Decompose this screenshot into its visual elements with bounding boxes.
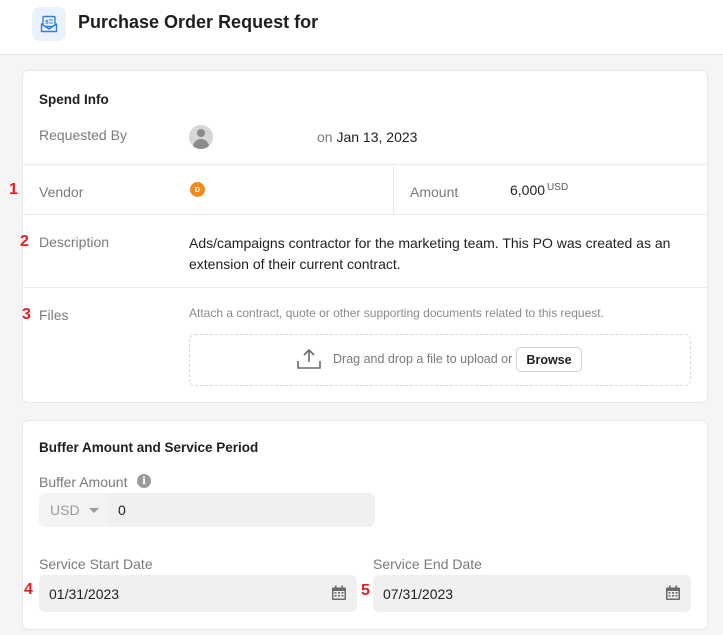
vertical-divider — [393, 165, 394, 214]
info-icon[interactable]: i — [137, 474, 151, 488]
browse-button[interactable]: Browse — [516, 347, 582, 372]
divider — [23, 287, 707, 288]
on-label: on — [317, 129, 333, 145]
spend-info-title: Spend Info — [39, 92, 109, 107]
service-end-date-input[interactable]: 07/31/2023 — [373, 575, 691, 612]
requested-date: on Jan 13, 2023 — [317, 129, 417, 145]
svg-text:$: $ — [45, 20, 49, 26]
drop-text: Drag and drop a file to upload or — [333, 352, 513, 366]
files-label: Files — [39, 307, 69, 323]
buffer-amount-label: Buffer Amount — [39, 474, 128, 490]
marker-3: 3 — [22, 306, 31, 323]
marker-2: 2 — [20, 233, 29, 250]
marker-5: 5 — [361, 582, 370, 599]
calendar-icon[interactable] — [331, 585, 347, 606]
service-start-label: Service Start Date — [39, 556, 153, 572]
service-end-date-value: 07/31/2023 — [383, 586, 454, 602]
calendar-icon[interactable] — [665, 585, 681, 606]
vendor-badge[interactable]: D — [190, 182, 205, 197]
currency-value: USD — [50, 502, 80, 518]
marker-1: 1 — [9, 181, 18, 198]
requested-date-value: Jan 13, 2023 — [336, 129, 418, 145]
amount-number: 6,000 — [510, 182, 546, 198]
requested-by-label: Requested By — [39, 127, 127, 143]
user-avatar-icon[interactable] — [189, 125, 213, 149]
chevron-down-icon — [89, 508, 99, 513]
amount-value: 6,000 USD — [510, 182, 568, 198]
buffer-section-title: Buffer Amount and Service Period — [39, 440, 259, 455]
page-header: $ Purchase Order Request for — [0, 0, 723, 55]
buffer-amount-input[interactable]: 0 — [109, 493, 375, 527]
upload-icon — [296, 348, 322, 375]
description-label: Description — [39, 234, 110, 250]
spend-info-card: Spend Info Requested By on Jan 13, 2023 … — [22, 70, 708, 403]
currency-select[interactable]: USD — [39, 493, 109, 527]
vendor-label: Vendor — [39, 184, 84, 200]
purchase-order-icon: $ — [32, 7, 66, 41]
divider — [23, 164, 707, 165]
amount-currency: USD — [547, 182, 569, 193]
buffer-amount-value: 0 — [118, 502, 126, 518]
amount-label: Amount — [410, 184, 459, 200]
page-title: Purchase Order Request for — [78, 12, 319, 32]
service-end-label: Service End Date — [373, 556, 482, 572]
service-start-date-input[interactable]: 01/31/2023 — [39, 575, 357, 612]
file-dropzone[interactable]: Drag and drop a file to upload or Browse — [189, 334, 691, 386]
files-hint: Attach a contract, quote or other suppor… — [189, 306, 604, 320]
service-start-date-value: 01/31/2023 — [49, 586, 120, 602]
marker-4: 4 — [24, 581, 33, 598]
description-value: Ads/campaigns contractor for the marketi… — [189, 235, 671, 272]
divider — [23, 214, 707, 215]
